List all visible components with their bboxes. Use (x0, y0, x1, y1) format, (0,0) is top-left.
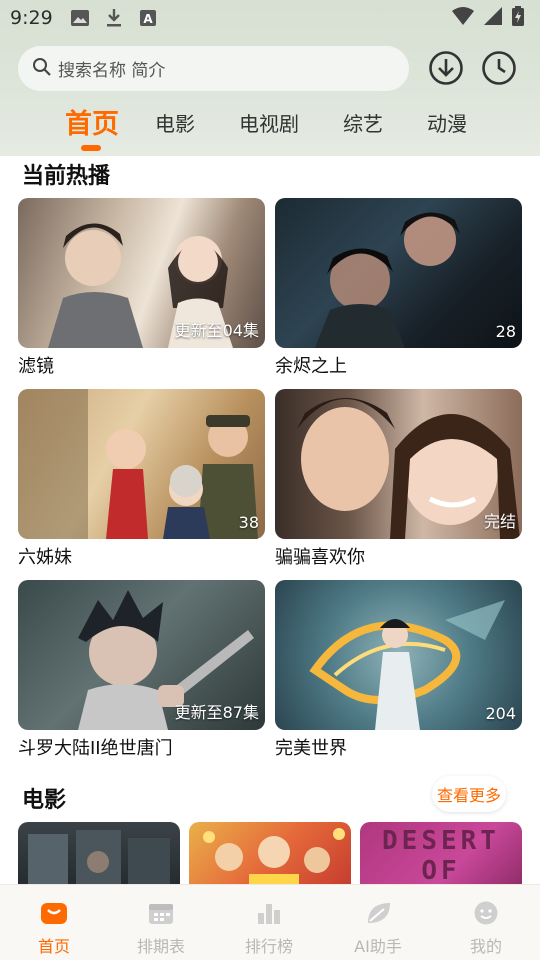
home-icon (40, 901, 68, 929)
movie-thumbnail[interactable] (189, 822, 351, 892)
nav-ranking[interactable]: 排行榜 (224, 901, 314, 957)
download-circle-icon[interactable] (428, 50, 464, 86)
nav-label: AI助手 (354, 937, 402, 956)
svg-text:A: A (143, 12, 153, 26)
nav-home[interactable]: 首页 (9, 901, 99, 957)
show-title: 完美世界 (275, 738, 347, 759)
search-placeholder: 搜索名称 简介 (58, 61, 166, 81)
tab-home[interactable]: 首页 (65, 102, 119, 141)
bar-chart-icon (255, 901, 283, 929)
show-title: 斗罗大陆II绝世唐门 (18, 738, 173, 759)
movie-thumbnail[interactable]: DESERT OF (360, 822, 522, 892)
episode-badge: 更新至87集 (174, 703, 259, 722)
wifi-icon (452, 7, 474, 29)
search-input[interactable]: 搜索名称 简介 (18, 46, 409, 91)
episode-badge: 204 (485, 704, 516, 723)
poster-image: 204 (275, 580, 522, 730)
poster-image: 更新至87集 (18, 580, 265, 730)
show-card[interactable]: 204 完美世界 (275, 580, 522, 759)
history-clock-icon[interactable] (481, 50, 517, 86)
nav-label: 我的 (469, 937, 502, 956)
show-card[interactable]: 更新至87集 斗罗大陆II绝世唐门 (18, 580, 265, 759)
section-title-movies: 电影 (22, 788, 67, 813)
view-more-button[interactable]: 查看更多 (432, 776, 506, 812)
show-card[interactable]: 38 六姊妹 (18, 389, 265, 568)
poster-image: 更新至04集 (18, 198, 265, 348)
download-icon (105, 9, 123, 27)
font-a-icon: A (139, 9, 157, 27)
nav-ai-assistant[interactable]: AI助手 (333, 901, 423, 957)
battery-icon (512, 6, 524, 30)
calendar-icon (147, 901, 175, 929)
episode-badge: 更新至04集 (174, 321, 259, 340)
tab-movies[interactable]: 电影 (155, 108, 195, 137)
show-title: 六姊妹 (18, 547, 72, 568)
show-card[interactable]: 28 余烬之上 (275, 198, 522, 377)
signal-icon (484, 7, 502, 29)
bottom-navigation: 首页 排期表 排行榜 AI助手 我的 (0, 884, 540, 960)
movie-thumbnail[interactable] (18, 822, 180, 892)
nav-label: 排行榜 (244, 937, 293, 956)
nav-schedule[interactable]: 排期表 (116, 901, 206, 957)
status-time: 9:29 (10, 7, 53, 29)
tab-indicator (81, 145, 101, 151)
search-icon (32, 57, 52, 81)
tab-anime[interactable]: 动漫 (427, 108, 467, 137)
smiley-icon (472, 901, 500, 929)
status-bar: 9:29 A (0, 0, 540, 36)
nav-profile[interactable]: 我的 (441, 901, 531, 957)
episode-badge: 完结 (483, 512, 516, 531)
ai-leaf-icon (364, 901, 392, 929)
episode-badge: 38 (238, 513, 259, 532)
nav-label: 首页 (37, 937, 70, 956)
section-title-hot: 当前热播 (22, 164, 111, 189)
image-icon (70, 9, 89, 27)
show-title: 滤镜 (18, 356, 54, 377)
show-title: 骗骗喜欢你 (275, 547, 365, 568)
show-title: 余烬之上 (275, 356, 347, 377)
poster-image: 38 (18, 389, 265, 539)
tab-variety[interactable]: 综艺 (343, 108, 383, 137)
nav-label: 排期表 (136, 937, 185, 956)
movie-thumbnail-text: DESERT OF (382, 826, 500, 886)
episode-badge: 28 (495, 322, 516, 341)
poster-image: 完结 (275, 389, 522, 539)
show-card[interactable]: 完结 骗骗喜欢你 (275, 389, 522, 568)
show-card[interactable]: 更新至04集 滤镜 (18, 198, 265, 377)
category-tabs: 首页 电影 电视剧 综艺 动漫 (0, 100, 540, 150)
tab-tv-series[interactable]: 电视剧 (239, 108, 299, 137)
poster-image: 28 (275, 198, 522, 348)
